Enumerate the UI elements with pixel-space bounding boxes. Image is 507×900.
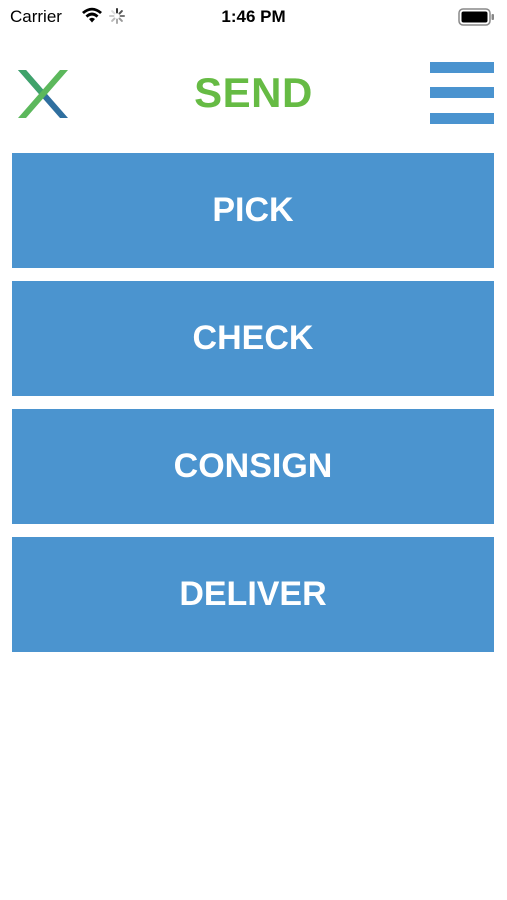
status-time: 1:46 PM — [221, 7, 286, 26]
battery-icon — [458, 8, 496, 31]
menu-bar — [430, 87, 494, 98]
check-button[interactable]: CHECK — [12, 281, 494, 396]
status-bar: Carrier 1:46 PM — [0, 0, 507, 34]
app-header: SEND — [0, 52, 507, 132]
action-button-list: PICK CHECK CONSIGN DELIVER — [12, 153, 494, 665]
hamburger-menu-icon[interactable] — [430, 62, 494, 124]
pick-button[interactable]: PICK — [12, 153, 494, 268]
consign-button[interactable]: CONSIGN — [12, 409, 494, 524]
deliver-button[interactable]: DELIVER — [12, 537, 494, 652]
menu-bar — [430, 113, 494, 124]
menu-bar — [430, 62, 494, 73]
